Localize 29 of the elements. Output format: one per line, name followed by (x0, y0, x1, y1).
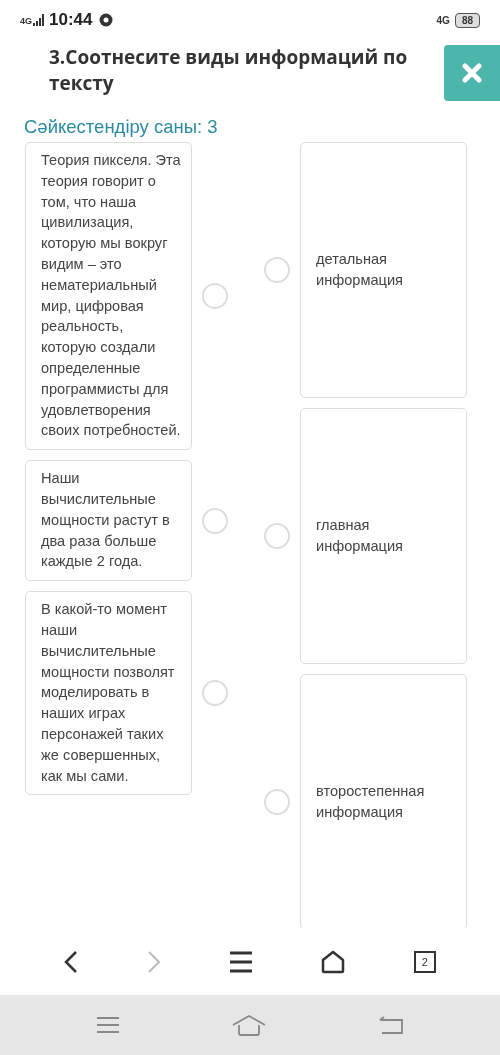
menu-icon[interactable] (96, 1016, 120, 1034)
category-card: второстепенная информация (300, 674, 467, 928)
match-point[interactable] (202, 680, 228, 707)
network-label: 4G (20, 17, 32, 26)
home-icon[interactable] (232, 1014, 266, 1036)
category-card: главная информация (300, 408, 467, 664)
clock-time: 10:44 (49, 10, 93, 30)
tabs-button[interactable]: 2 (413, 950, 436, 973)
match-point[interactable] (202, 507, 228, 534)
close-button[interactable] (444, 45, 500, 101)
network-label: 4G (436, 14, 450, 26)
match-point[interactable] (202, 283, 228, 310)
match-point[interactable] (264, 789, 290, 815)
browser-icon (98, 13, 113, 27)
statement-card: Теория пикселя. Эта теория говорит о том, что наша цивилизация, которую мы вокруг видим – это нематериальный мир, цифровая реальность, которую создали определенные программисты для удовлетворения своих потребностей. (25, 142, 192, 451)
match-point[interactable] (264, 257, 290, 283)
match-count: Сәйкестендіру саны: 3 (23, 115, 219, 138)
match-point[interactable] (264, 523, 290, 549)
question-title: 3.Соотнесите виды информаций по тексту (48, 43, 409, 96)
signal-icon (33, 14, 45, 26)
home-button[interactable] (321, 949, 346, 974)
statement-card: В какой-то момент наши вычислительные мощности позволят моделировать в наших играх персонажей таких же совершенных, как мы сами. (25, 591, 192, 796)
menu-button[interactable] (228, 950, 253, 973)
back-icon[interactable] (378, 1015, 404, 1035)
back-button[interactable] (64, 949, 79, 974)
statement-card: Наши вычислительные мощности растут в два раза больше каждые 2 года. (25, 460, 192, 582)
battery-level: 88 (454, 12, 480, 28)
category-card: детальная информация (300, 142, 467, 398)
close-icon (462, 63, 482, 83)
